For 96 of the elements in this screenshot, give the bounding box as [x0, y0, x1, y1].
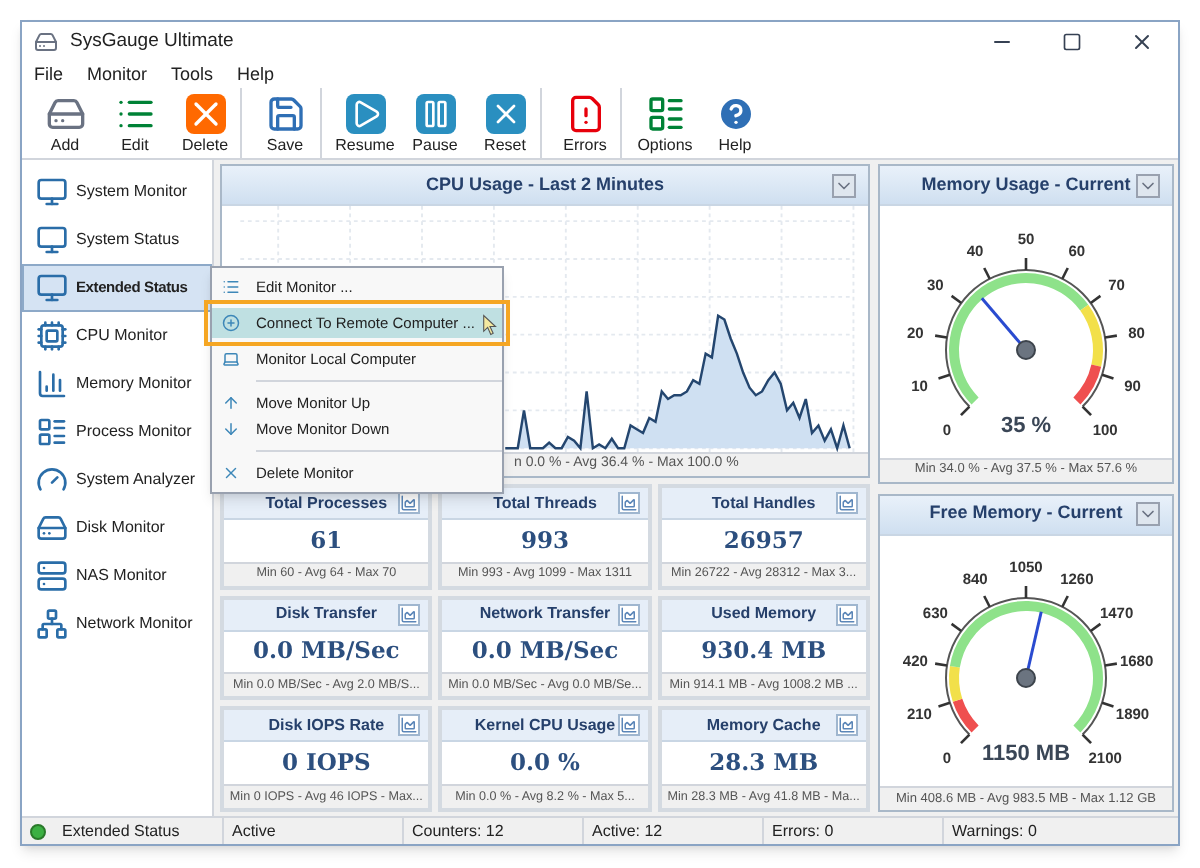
- panel-title: CPU Usage - Last 2 Minutes: [425, 171, 665, 198]
- maximize-icon[interactable]: [1062, 32, 1082, 52]
- app-icon: [34, 30, 58, 54]
- sidebar-item[interactable]: Memory Monitor: [22, 360, 212, 408]
- stat-value: 993: [520, 523, 569, 558]
- menu-item[interactable]: Tools: [171, 61, 214, 89]
- status-text: Counters: 12: [412, 819, 504, 843]
- server-icon: [36, 560, 68, 592]
- status-text: Extended Status: [62, 819, 180, 843]
- stat-value: 26957: [723, 523, 804, 558]
- network-icon: [36, 608, 68, 640]
- panel-title: Total Processes: [265, 491, 388, 515]
- down-arrow-icon: [222, 420, 240, 438]
- gauge-needle: [1016, 611, 1043, 688]
- status-text: Warnings: 0: [952, 819, 1037, 843]
- stat-value: 28.3 MB: [709, 746, 819, 781]
- toolbar-button[interactable]: Help: [700, 89, 770, 157]
- chart-icon[interactable]: [617, 714, 640, 737]
- gauge-icon: [36, 464, 68, 496]
- panel-title: Total Threads: [493, 491, 597, 515]
- gauge-value: 35 %: [1000, 411, 1052, 441]
- sidebar-item[interactable]: System Analyzer: [22, 456, 212, 504]
- toolbar-button[interactable]: Errors: [550, 89, 620, 157]
- panel-title: Network Transfer: [479, 602, 611, 627]
- status-text: Errors: 0: [772, 819, 834, 843]
- stat-value: 0 IOPS: [281, 746, 371, 781]
- monitor-icon: [36, 176, 68, 208]
- sidebar-item[interactable]: Disk Monitor: [22, 504, 212, 552]
- stat-value: 0.0 %: [510, 746, 580, 781]
- chart-icon[interactable]: [398, 603, 421, 626]
- up-arrow-icon: [222, 394, 240, 412]
- stat-value: 0.0 MB/Sec: [253, 634, 400, 669]
- dropdown-icon[interactable]: [1136, 173, 1160, 197]
- list-icon: [222, 278, 240, 296]
- cursor-icon: [482, 314, 498, 336]
- panel-title: Memory Usage - Current: [921, 171, 1131, 198]
- panel-title: Free Memory - Current: [929, 500, 1123, 527]
- sidebar-item[interactable]: System Monitor: [22, 168, 212, 216]
- toolbar-button[interactable]: Pause: [400, 89, 470, 157]
- panel-title: Used Memory: [711, 602, 817, 627]
- plus-icon: [222, 314, 240, 332]
- toolbar-button[interactable]: Save: [250, 89, 320, 157]
- chart-icon[interactable]: [617, 492, 640, 514]
- play-icon: [345, 93, 385, 133]
- window-title: SysGauge Ultimate: [70, 27, 236, 56]
- delete-icon: [222, 464, 240, 482]
- stat-value: 0.0 MB/Sec: [471, 634, 619, 669]
- toolbar-button[interactable]: Resume: [330, 89, 400, 157]
- list-icon: [645, 93, 685, 133]
- save-icon: [265, 93, 305, 133]
- sidebar-item[interactable]: Process Monitor: [22, 408, 212, 456]
- close-icon[interactable]: [1130, 30, 1154, 54]
- status-text: Active: 12: [592, 819, 663, 843]
- pause-icon: [415, 93, 455, 133]
- help-icon: [715, 93, 755, 133]
- stat-value: 930.4 MB: [701, 634, 827, 669]
- toolbar-button[interactable]: Add: [30, 89, 100, 157]
- sidebar-item[interactable]: Network Monitor: [22, 600, 212, 648]
- status-text: Active: [232, 819, 276, 843]
- panel-title: Total Handles: [711, 491, 816, 515]
- close-icon: [485, 93, 525, 133]
- delete-icon: [185, 93, 225, 133]
- chart-icon[interactable]: [398, 492, 421, 514]
- drive-icon: [45, 93, 85, 133]
- panel-title: Disk IOPS Rate: [268, 713, 385, 738]
- warning-document-icon: [565, 93, 605, 133]
- gauge-needle: [980, 296, 1036, 359]
- chart-icon[interactable]: [836, 714, 858, 737]
- chip-icon: [36, 320, 68, 352]
- gauge-value: 1150 MB: [981, 740, 1071, 770]
- chart-icon[interactable]: [836, 603, 858, 626]
- stat-value: 61: [310, 523, 343, 558]
- toolbar-button[interactable]: Reset: [470, 89, 540, 157]
- laptop-icon: [222, 350, 240, 368]
- panel-title: Kernel CPU Usage: [474, 713, 616, 738]
- chart-icon[interactable]: [398, 714, 421, 737]
- monitor-icon: [36, 272, 68, 304]
- sidebar-item[interactable]: System Status: [22, 216, 212, 264]
- toolbar-button[interactable]: Options: [630, 89, 700, 157]
- bar-chart-icon: [36, 368, 68, 400]
- sidebar-item[interactable]: CPU Monitor: [22, 312, 212, 360]
- dropdown-icon[interactable]: [832, 173, 856, 197]
- sidebar-item[interactable]: NAS Monitor: [22, 552, 212, 600]
- toolbar-button[interactable]: Delete: [170, 89, 240, 157]
- list-icon: [36, 416, 68, 448]
- panel-title: Disk Transfer: [275, 602, 378, 627]
- toolbar-button[interactable]: Edit: [100, 89, 170, 157]
- menu-item[interactable]: Help: [237, 61, 275, 89]
- chart-icon[interactable]: [617, 603, 640, 626]
- dropdown-icon[interactable]: [1136, 502, 1160, 526]
- menu-item[interactable]: File: [34, 61, 64, 89]
- menu-item[interactable]: Monitor: [87, 61, 148, 89]
- monitor-icon: [36, 224, 68, 256]
- panel-title: Memory Cache: [706, 713, 821, 738]
- chart-icon[interactable]: [836, 492, 858, 514]
- drive-icon: [36, 512, 68, 544]
